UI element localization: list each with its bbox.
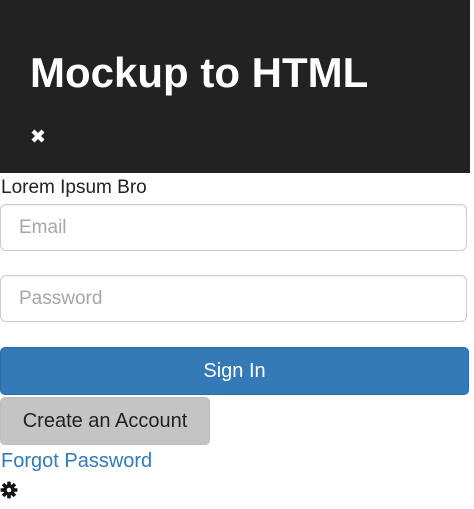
email-field[interactable]	[0, 204, 467, 251]
tagline-text: Lorem Ipsum Bro	[1, 177, 147, 198]
sign-in-button[interactable]: Sign In	[0, 347, 469, 395]
forgot-password-link[interactable]: Forgot Password	[1, 450, 152, 472]
page-title: Mockup to HTML	[30, 49, 369, 96]
gear-icon[interactable]	[0, 481, 18, 499]
close-icon[interactable]	[28, 126, 48, 146]
create-account-button[interactable]: Create an Account	[0, 397, 210, 445]
password-field[interactable]	[0, 275, 467, 322]
page-header: Mockup to HTML	[0, 0, 470, 173]
